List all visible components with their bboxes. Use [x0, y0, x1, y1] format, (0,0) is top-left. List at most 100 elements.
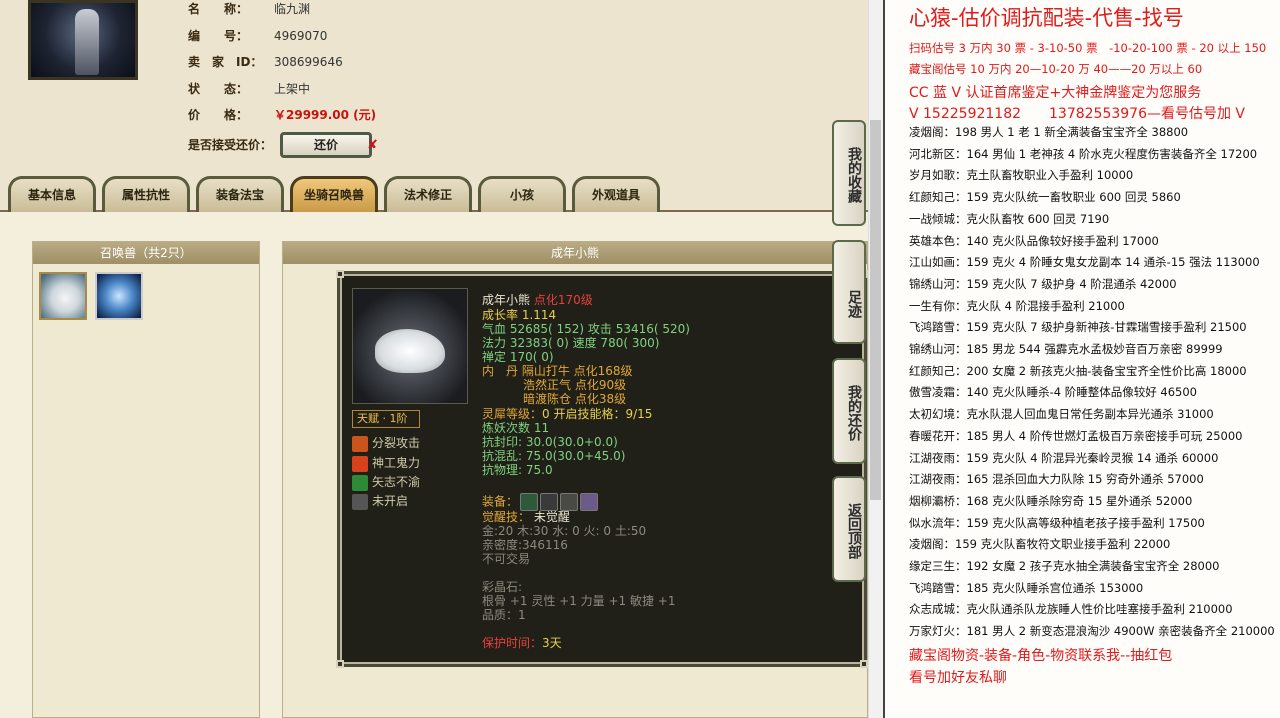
panel-line: 众志成城：克火队通杀队龙族睡人性价比哇塞接手盈利 210000 — [909, 602, 1233, 617]
panel-line: 锦绣山河：185 男龙 544 强霹克水孟极妙音百万亲密 89999 — [909, 342, 1223, 356]
game-page: 名 称： 临九渊 编 号： 4969070 卖 家 ID： 308699646 状 态… — [0, 0, 868, 718]
growth: 成长率 1.114 — [482, 308, 557, 322]
pet-image — [352, 288, 468, 404]
panel-line: 红颜知己：200 女魔 2 新孩克火抽-装备宝宝齐全性价比高 18000 — [909, 363, 1247, 378]
awaken-line: 觉醒技： 未觉醒 — [482, 510, 570, 524]
equip-line: 装备： — [482, 493, 599, 511]
counter-offer-button[interactable]: 还价 — [280, 132, 372, 158]
talent-badge: 天赋 · 1阶 — [352, 410, 420, 428]
lingxi-value: 0 开启技能格：9/15 — [542, 407, 653, 421]
elements: 金:20 木:30 水: 0 火: 0 土:50 — [482, 524, 647, 538]
name-value: 临九渊 — [274, 2, 311, 16]
price-value: ￥29999.00 (元) — [274, 108, 377, 122]
intimacy: 亲密度:346116 — [482, 538, 568, 552]
info-counter: 是否接受还价： — [188, 134, 274, 156]
trade-status: 不可交易 — [482, 552, 531, 566]
equip-gem-icon[interactable] — [580, 493, 599, 511]
panel-line: 红颜知己：159 克火队统一畜牧职业 600 回灵 5860 — [909, 190, 1181, 205]
scroll-thumb[interactable] — [870, 120, 881, 500]
pet-thumb-bear[interactable] — [39, 272, 87, 320]
equip-collar-icon[interactable] — [520, 493, 539, 511]
back-to-top-button[interactable]: 返回顶部 — [832, 476, 866, 582]
tab-child[interactable]: 小孩 — [478, 176, 566, 212]
card-corner — [336, 270, 344, 278]
gem-quality: 品质：1 — [482, 608, 526, 622]
panel-line: 扫码估号 3 万内 30 票 - 3-10-50 票 -10-20-100 票 … — [909, 41, 1267, 55]
gem-title: 彩晶石: — [482, 580, 523, 594]
price-key: 价 格： — [188, 108, 249, 122]
card-corner — [860, 660, 868, 668]
hp-attack: 气血 52685( 152) 攻击 53416( 520) — [482, 322, 690, 336]
skill-label: 矢志不渝 — [372, 475, 421, 489]
zen: 禅定 170( 0) — [482, 350, 554, 364]
panel-line: 锦绣山河：159 克火队 7 级护身 4 阶混通杀 42000 — [909, 276, 1177, 291]
plus-icon — [352, 474, 368, 491]
page-scrollbar[interactable] — [868, 0, 882, 718]
neidan-2: 浩然正气 点化90级 — [523, 378, 627, 392]
pet-level: 点化170级 — [533, 293, 593, 307]
panel-line: 河北新区：164 男仙 1 老神孩 4 阶水克火程度伤害装备齐全 17200 — [909, 146, 1258, 161]
panel-line: 岁月如歌：克土队畜牧职业入手盈利 10000 — [909, 168, 1134, 183]
panel-line: 似水流年：159 克火队高等级种植老孩子接手盈利 17500 — [909, 515, 1205, 530]
pet-thumb-ice[interactable] — [95, 272, 143, 320]
skill-label: 未开启 — [372, 494, 409, 508]
info-price: 价 格： ￥29999.00 (元) — [188, 104, 376, 126]
equip-ring-icon[interactable] — [560, 493, 579, 511]
split-attack-icon — [352, 435, 368, 452]
lingxi-key: 灵犀等级： — [482, 407, 543, 421]
awaken-value: 未觉醒 — [533, 510, 570, 524]
tab-basic-info[interactable]: 基本信息 — [8, 176, 96, 212]
resist-physical: 抗物理: 75.0 — [482, 463, 553, 477]
panel-line: 春暖花开：185 男人 4 阶传世燃灯孟极百万亲密接手可玩 25000 — [909, 428, 1243, 443]
skill-split-attack: 分裂攻击 — [352, 434, 420, 452]
panel-title: 心猿-估价调抗配装-代售-找号 — [909, 6, 1184, 30]
pet-card: 天赋 · 1阶 分裂攻击 神工鬼力 矢志不渝 未开启 成年小熊 点化170级 成… — [336, 270, 868, 668]
tab-attributes[interactable]: 属性抗性 — [102, 176, 190, 212]
my-favorites-button[interactable]: 我的收藏 — [832, 120, 866, 226]
equip-label: 装备： — [482, 494, 519, 509]
panel-line: 烟柳灞桥：168 克火队睡杀除穷奇 15 星外通杀 52000 — [909, 493, 1193, 508]
my-counteroffers-button[interactable]: 我的还价 — [832, 358, 866, 464]
footprint-button[interactable]: 足迹 — [832, 240, 866, 344]
protect-key: 保护时间： — [482, 636, 543, 650]
skill-label: 神工鬼力 — [372, 456, 421, 470]
awaken-key: 觉醒技： — [482, 510, 531, 524]
id-key: 编 号： — [188, 29, 249, 43]
gem-stats: 根骨 +1 灵性 +1 力量 +1 敏捷 +1 — [482, 594, 676, 608]
card-corner — [336, 660, 344, 668]
panel-line: 英雄本色：140 克火队品像较好接手盈利 17000 — [909, 233, 1159, 248]
skill-divine-power: 神工鬼力 — [352, 454, 420, 472]
character-portrait — [28, 0, 138, 80]
tab-appearance[interactable]: 外观道具 — [572, 176, 660, 212]
equip-armor-icon[interactable] — [540, 493, 559, 511]
lingxi-line: 灵犀等级：0 开启技能格：9/15 — [482, 407, 652, 421]
mp-speed: 法力 32383( 0) 速度 780( 300) — [482, 336, 660, 350]
panel-line: V 15225921182 13782553976—看号估号加 V — [909, 106, 1246, 122]
notes-panel: 心猿-估价调抗配装-代售-找号 扫码估号 3 万内 30 票 - 3-10-50… — [883, 0, 1280, 718]
pet-list-panel: 召唤兽（共2只） — [32, 241, 260, 718]
panel-line: 江湖夜雨：159 克火队 4 阶混异光秦岭灵猴 14 通杀 60000 — [909, 450, 1219, 465]
neidan-3: 暗渡陈仓 点化38级 — [523, 392, 627, 406]
panel-line: 太初幻境：克水队混人回血鬼日常任务副本异光通杀 31000 — [909, 407, 1214, 422]
panel-line: CC 蓝 V 认证首席鉴定+大神金牌鉴定为您服务 — [909, 85, 1202, 101]
panel-line: 缘定三生：192 女魔 2 孩子克水抽全满装备宝宝齐全 28000 — [909, 559, 1220, 573]
panel-line: 凌烟阁：198 男人 1 老 1 新全满装备宝宝齐全 38800 — [909, 125, 1189, 139]
skill-label: 分裂攻击 — [372, 436, 421, 450]
pet-detail-title: 成年小熊 — [283, 242, 867, 264]
seller-value: 308699646 — [274, 55, 343, 69]
panel-line: 一战倾城：克火队畜牧 600 回灵 7190 — [909, 211, 1110, 226]
tab-spell-mods[interactable]: 法术修正 — [384, 176, 472, 212]
status-value: 上架中 — [274, 82, 311, 96]
skill-steadfast: 矢志不渝 — [352, 473, 420, 491]
panel-line: 傲雪凌霜：140 克火队睡杀-4 阶睡整体品像较好 46500 — [909, 385, 1197, 400]
tab-equipment[interactable]: 装备法宝 — [196, 176, 284, 212]
tab-mounts-pets[interactable]: 坐骑召唤兽 — [290, 176, 378, 212]
panel-line: 凌烟阁：159 克火队畜牧符文职业接手盈利 22000 — [909, 537, 1171, 552]
panel-line: 飞鸿踏雪：185 克火队睡杀宫位通杀 153000 — [909, 580, 1144, 595]
info-seller: 卖 家 ID： 308699646 — [188, 51, 343, 73]
panel-line: 看号加好友私聊 — [909, 669, 1007, 686]
panel-line: 飞鸿踏雪：159 克火队 7 级护身新神孩-甘霖瑞雪接手盈利 21500 — [909, 320, 1247, 335]
resist-chaos: 抗混乱: 75.0(30.0+45.0) — [482, 449, 626, 463]
id-value: 4969070 — [274, 29, 328, 43]
info-id: 编 号： 4969070 — [188, 25, 327, 47]
